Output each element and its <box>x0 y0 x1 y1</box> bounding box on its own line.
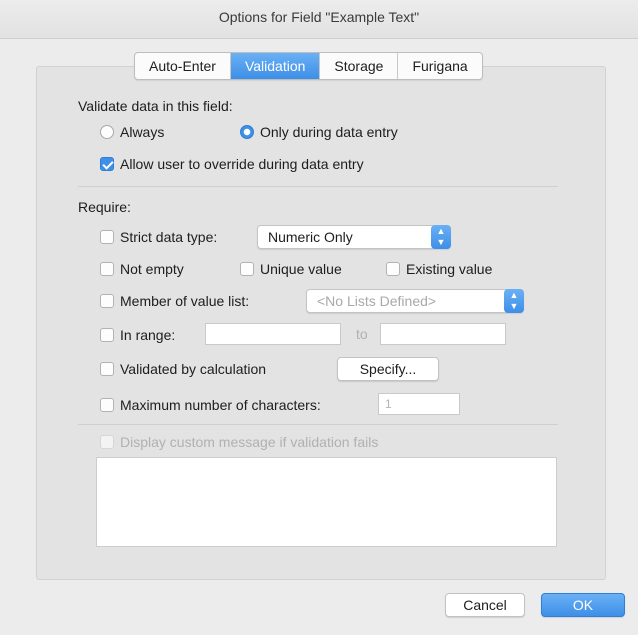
tab-furigana[interactable]: Furigana <box>398 53 481 79</box>
not-empty-checkbox[interactable] <box>100 262 114 276</box>
calculation-option[interactable]: Validated by calculation <box>100 361 266 377</box>
tab-bar: Auto-Enter Validation Storage Furigana <box>134 52 483 80</box>
member-list-label: Member of value list: <box>120 293 250 309</box>
tab-validation[interactable]: Validation <box>230 53 321 79</box>
always-option[interactable]: Always <box>100 124 164 140</box>
unique-value-checkbox[interactable] <box>240 262 254 276</box>
max-chars-field[interactable]: 1 <box>378 393 460 415</box>
specify-button[interactable]: Specify... <box>337 357 439 381</box>
range-to-label: to <box>356 326 368 342</box>
calculation-checkbox[interactable] <box>100 362 114 376</box>
existing-value-checkbox[interactable] <box>386 262 400 276</box>
tab-auto-enter[interactable]: Auto-Enter <box>135 53 231 79</box>
always-radio[interactable] <box>100 125 114 139</box>
ok-button[interactable]: OK <box>541 593 625 617</box>
title-bar: Options for Field "Example Text" <box>0 0 638 39</box>
validate-heading: Validate data in this field: <box>78 98 233 114</box>
not-empty-label: Not empty <box>120 261 184 277</box>
in-range-label: In range: <box>120 327 176 343</box>
calculation-label: Validated by calculation <box>120 361 267 377</box>
member-list-checkbox[interactable] <box>100 294 114 308</box>
cancel-button[interactable]: Cancel <box>445 593 525 617</box>
chevron-up-down-icon: ▲ ▼ <box>431 225 451 249</box>
data-entry-label: Only during data entry <box>260 124 398 140</box>
range-to-field[interactable] <box>380 323 506 345</box>
override-option[interactable]: Allow user to override during data entry <box>100 156 364 172</box>
unique-value-label: Unique value <box>260 261 342 277</box>
range-from-field[interactable] <box>205 323 341 345</box>
strict-type-label: Strict data type: <box>120 229 218 245</box>
data-entry-option[interactable]: Only during data entry <box>240 124 398 140</box>
existing-value-option[interactable]: Existing value <box>386 261 492 277</box>
divider <box>78 424 558 425</box>
data-type-value: Numeric Only <box>268 229 353 245</box>
always-label: Always <box>120 124 165 140</box>
max-chars-option[interactable]: Maximum number of characters: <box>100 397 321 413</box>
strict-type-checkbox[interactable] <box>100 230 114 244</box>
member-list-option[interactable]: Member of value list: <box>100 293 249 309</box>
not-empty-option[interactable]: Not empty <box>100 261 184 277</box>
value-list-select[interactable]: <No Lists Defined> ▲ ▼ <box>306 289 524 313</box>
existing-value-label: Existing value <box>406 261 493 277</box>
custom-message-label: Display custom message if validation fai… <box>120 434 379 450</box>
custom-message-textarea[interactable] <box>96 457 557 547</box>
tab-storage[interactable]: Storage <box>320 53 399 79</box>
window-title: Options for Field "Example Text" <box>218 9 420 25</box>
custom-message-option[interactable]: Display custom message if validation fai… <box>100 434 378 450</box>
options-dialog: Options for Field "Example Text" Auto-En… <box>0 0 638 635</box>
max-chars-checkbox[interactable] <box>100 398 114 412</box>
chevron-up-down-icon: ▲ ▼ <box>504 289 524 313</box>
override-label: Allow user to override during data entry <box>120 156 364 172</box>
data-type-select[interactable]: Numeric Only ▲ ▼ <box>257 225 451 249</box>
value-list-value: <No Lists Defined> <box>317 293 437 309</box>
strict-type-option[interactable]: Strict data type: <box>100 229 217 245</box>
require-heading: Require: <box>78 199 131 215</box>
data-entry-radio[interactable] <box>240 125 254 139</box>
in-range-option[interactable]: In range: <box>100 327 175 343</box>
in-range-checkbox[interactable] <box>100 328 114 342</box>
override-checkbox[interactable] <box>100 157 114 171</box>
unique-value-option[interactable]: Unique value <box>240 261 342 277</box>
divider <box>78 186 558 187</box>
max-chars-label: Maximum number of characters: <box>120 397 321 413</box>
custom-message-checkbox[interactable] <box>100 435 114 449</box>
